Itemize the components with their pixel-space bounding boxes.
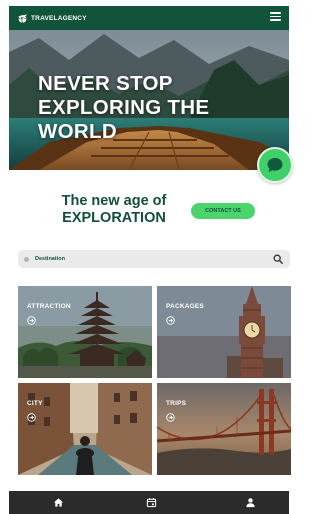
golden-gate-bridge-image [157, 383, 291, 475]
logo[interactable]: TRAVELAGENCY [17, 13, 87, 24]
category-label: ATTRACTION [27, 303, 71, 310]
category-card-attraction[interactable]: ATTRACTION [18, 286, 152, 378]
user-icon[interactable] [245, 497, 256, 508]
contact-us-button[interactable]: CONTACT US [191, 203, 255, 219]
search-icon[interactable] [273, 254, 283, 264]
hero-title: NEVER STOP EXPLORING THE WORLD [38, 72, 210, 143]
calendar-icon[interactable] [146, 497, 157, 508]
logo-text: TRAVELAGENCY [31, 14, 87, 22]
arrow-circle-icon [27, 413, 36, 422]
category-card-city[interactable]: CITY [18, 383, 152, 475]
arrow-circle-icon [166, 316, 175, 325]
tagline-line-2: EXPLORATION [62, 210, 166, 226]
canal-city-image [18, 383, 152, 475]
category-label: CITY [27, 400, 43, 407]
hero-banner: NEVER STOP EXPLORING THE WORLD [9, 30, 289, 170]
destination-search-input[interactable] [29, 252, 273, 266]
hamburger-menu-icon[interactable] [270, 12, 281, 21]
chat-bubble-icon [267, 158, 283, 172]
chat-button[interactable] [257, 147, 293, 183]
arrow-circle-icon [27, 316, 36, 325]
globe-plane-icon [17, 13, 28, 23]
clock-tower-image [157, 286, 291, 378]
pagoda-temple-image [18, 286, 152, 378]
tagline-line-1: The new age of [61, 193, 167, 209]
destination-search-bar [18, 250, 290, 268]
category-card-packages[interactable]: PACKAGES [157, 286, 291, 378]
arrow-circle-icon [166, 413, 175, 422]
bottom-navigation [9, 491, 289, 514]
category-card-trips[interactable]: TRIPS [157, 383, 291, 475]
home-icon[interactable] [53, 497, 64, 508]
top-bar: TRAVELAGENCY [9, 6, 289, 30]
tagline: The new age of EXPLORATION [52, 193, 176, 227]
category-label: PACKAGES [166, 303, 204, 310]
category-label: TRIPS [166, 400, 187, 407]
